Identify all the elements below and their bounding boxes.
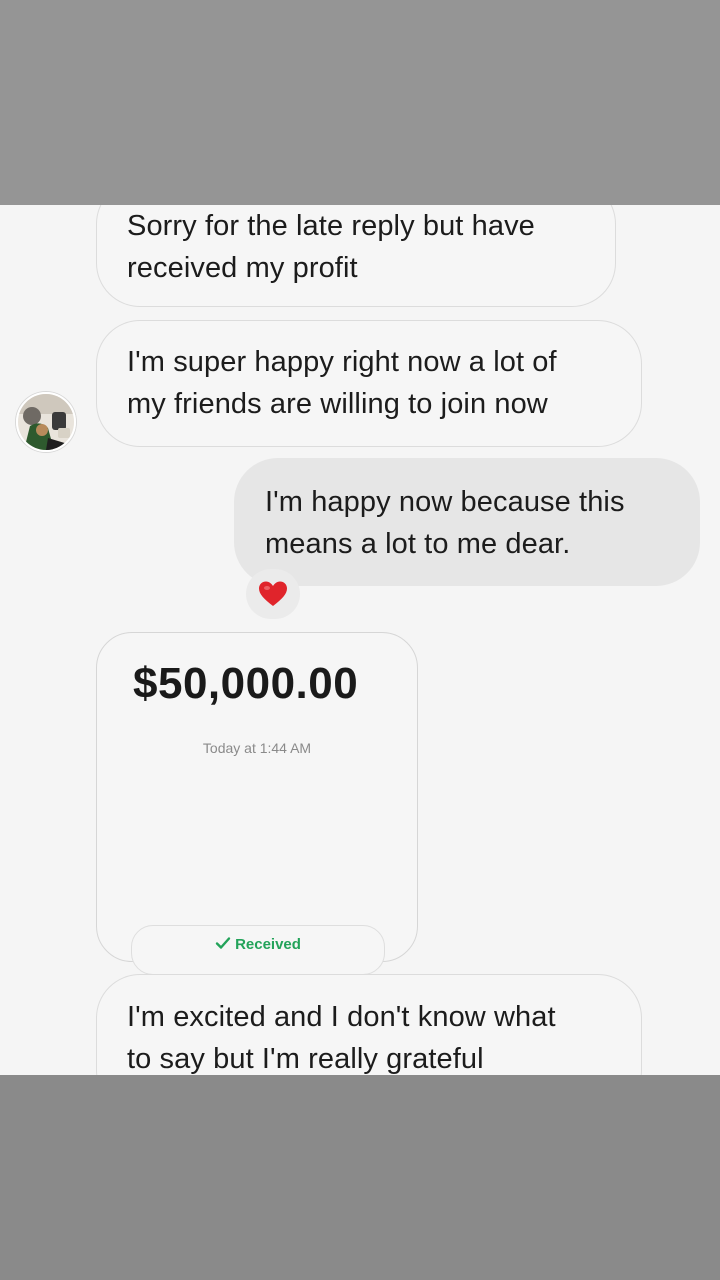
sender-avatar[interactable] (16, 392, 76, 452)
message-text: I'm happy now because this means a lot t… (265, 486, 625, 560)
message-text: I'm super happy right now a lot of my fr… (127, 346, 557, 420)
incoming-message-bubble[interactable]: I'm super happy right now a lot of my fr… (96, 320, 642, 447)
message-reaction[interactable] (246, 569, 300, 619)
screenshot-frame: Sorry for the late reply but have receiv… (0, 0, 720, 1280)
check-icon (215, 937, 231, 949)
payment-amount: $50,000.00 (133, 659, 359, 708)
payment-timestamp: Today at 1:44 AM (202, 740, 312, 756)
message-text: I'm excited and I don't know what to say… (127, 1001, 556, 1075)
incoming-message-bubble[interactable]: Sorry for the late reply but have receiv… (96, 205, 616, 307)
payment-card[interactable]: $50,000.00 Today at 1:44 AM Received (96, 632, 418, 975)
outgoing-message-bubble[interactable]: I'm happy now because this means a lot t… (234, 458, 700, 586)
chat-thread[interactable]: Sorry for the late reply but have receiv… (0, 205, 720, 1075)
message-text: Sorry for the late reply but have receiv… (127, 210, 535, 284)
payment-status-badge: Received (131, 925, 385, 975)
payment-status-label: Received (235, 936, 301, 953)
profile-photo (18, 394, 74, 450)
top-letterbox (0, 0, 720, 205)
bottom-letterbox (0, 1075, 720, 1280)
heart-icon (259, 581, 287, 606)
incoming-message-bubble[interactable]: I'm excited and I don't know what to say… (96, 974, 642, 1075)
